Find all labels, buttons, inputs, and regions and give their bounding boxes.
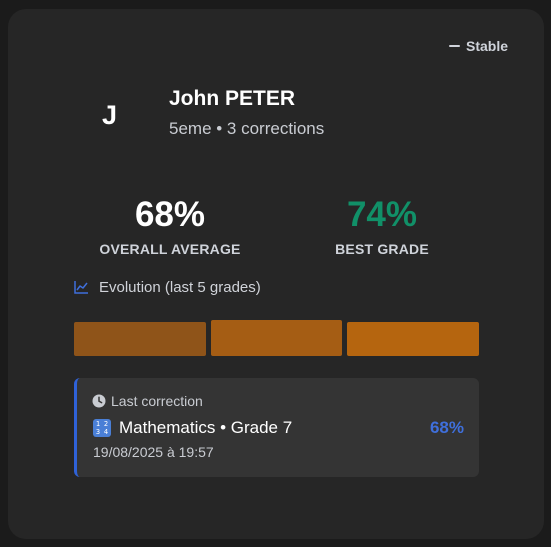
last-correction-subject-row: 1234 Mathematics • Grade 7 — [93, 418, 292, 438]
student-card[interactable]: Stable J John PETER 5eme • 3 corrections… — [8, 9, 544, 539]
clock-icon — [92, 394, 106, 408]
avatar: J — [102, 100, 118, 130]
overall-average-label: OVERALL AVERAGE — [99, 241, 241, 257]
minus-icon — [448, 45, 460, 47]
evolution-bars — [74, 320, 480, 356]
student-subtitle: 5eme • 3 corrections — [169, 119, 325, 138]
numbers-icon: 1234 — [93, 419, 111, 437]
last-correction-title: Last correction — [111, 393, 203, 409]
evolution-bar — [210, 320, 343, 356]
evolution-bar — [347, 322, 480, 356]
line-chart-icon — [74, 281, 88, 294]
best-grade-stat: 74% BEST GRADE — [282, 195, 482, 257]
evolution-bar — [74, 322, 206, 356]
trend-label: Stable — [465, 38, 508, 54]
overall-average-stat: 68% OVERALL AVERAGE — [70, 195, 270, 257]
last-correction-date: 19/08/2025 à 19:57 — [93, 444, 214, 460]
best-grade-label: BEST GRADE — [335, 241, 429, 257]
overall-average-value: 68% — [134, 195, 206, 234]
last-correction-subject: Mathematics • Grade 7 — [119, 418, 293, 437]
student-name: John PETER — [169, 87, 296, 110]
last-correction-panel[interactable]: Last correction 1234 Mathematics • Grade… — [74, 378, 479, 477]
best-grade-value: 74% — [346, 195, 418, 234]
last-correction-grade: 68% — [429, 418, 464, 437]
evolution-header: Evolution (last 5 grades) — [74, 279, 261, 296]
evolution-title: Evolution (last 5 grades) — [99, 279, 261, 296]
last-correction-header: Last correction — [92, 393, 203, 409]
trend-badge: Stable — [448, 38, 508, 54]
